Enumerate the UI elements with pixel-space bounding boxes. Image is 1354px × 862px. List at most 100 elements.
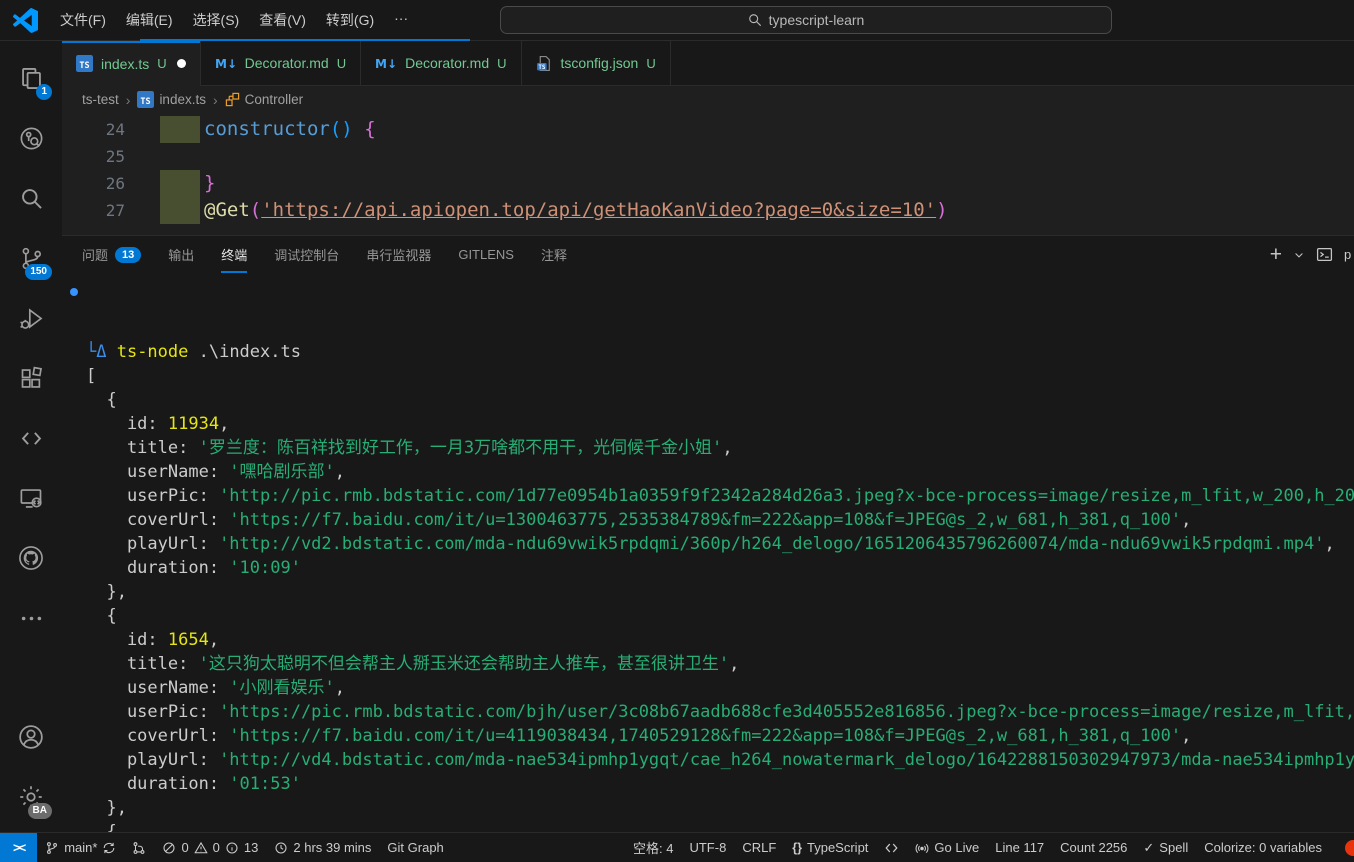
statusbar-spell-checker[interactable]: ✓Spell: [1135, 833, 1196, 862]
code-text: @Get('https://api.apiopen.top/api/getHao…: [204, 197, 948, 224]
terminal-output[interactable]: └Δ ts-node .\index.ts[ { id: 11934, titl…: [62, 273, 1354, 832]
statusbar-git-graph[interactable]: Git Graph: [379, 833, 451, 862]
menu-item-4[interactable]: 转到(G): [316, 5, 384, 35]
search-value: typescript-learn: [769, 12, 865, 28]
terminal-shell-label: p: [1344, 247, 1354, 262]
tab-git-status: U: [157, 56, 166, 71]
terminal-line: {: [86, 604, 1354, 628]
statusbar-problems[interactable]: 0013: [154, 833, 266, 862]
editor-line-27[interactable]: 27 @Get('https://api.apiopen.top/api/getH…: [62, 197, 1354, 224]
statusbar-go-live[interactable]: Go Live: [907, 833, 987, 862]
menu-item-2[interactable]: 选择(S): [183, 5, 250, 35]
statusbar-encoding[interactable]: UTF-8: [681, 833, 734, 862]
vscode-window: 文件(F)编辑(E)选择(S)查看(V)转到(G)··· typescript-…: [0, 0, 1354, 862]
statusbar-eol[interactable]: CRLF: [734, 833, 784, 862]
git-change-gutter: [160, 197, 200, 224]
panel-tab-问题[interactable]: 问题13: [82, 236, 141, 273]
title-bar: 文件(F)编辑(E)选择(S)查看(V)转到(G)··· typescript-…: [0, 0, 1354, 41]
line-number: 25: [62, 143, 125, 170]
warn-count: 0: [213, 840, 220, 855]
breadcrumb-label: ts-test: [82, 92, 119, 107]
new-terminal-button[interactable]: +: [1270, 244, 1282, 265]
statusbar-colorize[interactable]: Colorize: 0 variables: [1196, 833, 1330, 862]
command-center-search[interactable]: typescript-learn: [500, 6, 1112, 34]
menu-item-0[interactable]: 文件(F): [50, 5, 116, 35]
tab-Decorator.md[interactable]: M↓Decorator.mdU: [201, 41, 361, 85]
sync-status-icon: [102, 841, 116, 855]
menu-item-more[interactable]: ···: [384, 5, 418, 35]
activity-explorer-icon[interactable]: 1: [7, 53, 55, 103]
activity-gitlens-icon[interactable]: [7, 113, 55, 163]
terminal-line: {: [86, 820, 1354, 832]
statusbar-branch[interactable]: main*: [37, 833, 124, 862]
statusbar-language-mode[interactable]: {}TypeScript: [784, 833, 876, 862]
terminal-command-decoration-icon[interactable]: [70, 288, 78, 296]
tab-git-status: U: [337, 56, 346, 71]
activity-run-debug-icon[interactable]: [7, 293, 55, 343]
statusbar-line-indicator[interactable]: Line 117: [987, 833, 1052, 862]
broadcast-status-icon: [915, 841, 929, 855]
terminal-line: [: [86, 364, 1354, 388]
vscode-logo-icon: [13, 8, 38, 33]
tab-dirty-dot[interactable]: [177, 59, 186, 68]
notification-dot: [1345, 840, 1354, 856]
editor-line-26[interactable]: 26}: [62, 170, 1354, 197]
activity-more-icon[interactable]: [7, 593, 55, 643]
editor[interactable]: 24constructor() {2526}27 @Get('https://ap…: [62, 113, 1354, 235]
activity-settings-badge: BA: [28, 803, 52, 819]
activity-code-angles-icon[interactable]: [7, 413, 55, 463]
activity-settings-icon[interactable]: BA: [7, 772, 55, 822]
terminal-line: coverUrl: 'https://f7.baidu.com/it/u=130…: [86, 508, 1354, 532]
activity-github-icon[interactable]: [7, 533, 55, 583]
breadcrumb-item-Controller[interactable]: Controller: [225, 92, 304, 107]
statusbar-indentation[interactable]: 空格: 4: [625, 833, 681, 862]
git-change-gutter: [160, 170, 200, 197]
statusbar-time-tracker[interactable]: 2 hrs 39 mins: [266, 833, 379, 862]
terminal-dropdown-chevron-icon[interactable]: [1293, 249, 1305, 261]
more-glyph-icon: [18, 605, 45, 632]
editor-line-25[interactable]: 25: [62, 143, 1354, 170]
menu-item-1[interactable]: 编辑(E): [116, 5, 183, 35]
statusbar-go-live-label: Go Live: [934, 840, 979, 855]
activity-search-icon[interactable]: [7, 173, 55, 223]
activity-extensions-icon[interactable]: [7, 353, 55, 403]
terminal-line: duration: '01:53': [86, 772, 1354, 796]
tab-label: Decorator.md: [405, 55, 489, 71]
statusbar-word-count[interactable]: Count 2256: [1052, 833, 1135, 862]
error-count: 0: [181, 840, 188, 855]
breadcrumb-item-ts-test[interactable]: ts-test: [82, 92, 119, 107]
tab-index.ts[interactable]: TS index.ts U: [62, 41, 201, 86]
tab-label: index.ts: [101, 56, 149, 72]
code-text: }: [204, 170, 215, 197]
terminal-line: id: 1654,: [86, 628, 1354, 652]
tab-tsconfig.json[interactable]: TStsconfig.jsonU: [522, 41, 671, 85]
activity-source-control-icon[interactable]: 150: [7, 233, 55, 283]
git-change-gutter: [160, 116, 200, 143]
editor-line-24[interactable]: 24constructor() {: [62, 116, 1354, 143]
panel-tab-调试控制台[interactable]: 调试控制台: [274, 236, 339, 273]
panel-tab-label: GITLENS: [458, 247, 514, 262]
branch-status-icon: [45, 841, 59, 855]
breadcrumb-item-index.ts[interactable]: TSindex.ts: [137, 91, 206, 108]
statusbar-highlight-toggle[interactable]: [876, 833, 907, 862]
terminal-line: },: [86, 580, 1354, 604]
statusbar-git-graph-icon-button[interactable]: [124, 833, 154, 862]
bottom-panel: 问题13 输出终端 调试控制台 串行监视器 GITLENS 注释 + p └Δ ts-no…: [62, 235, 1354, 832]
panel-tab-串行监视器[interactable]: 串行监视器: [366, 236, 431, 273]
panel-tab-label: 调试控制台: [274, 245, 339, 264]
activity-account-icon[interactable]: [7, 712, 55, 762]
tab-Decorator.md[interactable]: M↓Decorator.mdU: [361, 41, 521, 85]
panel-tab-终端[interactable]: 终端: [221, 236, 247, 273]
terminal-profile-icon[interactable]: [1316, 246, 1333, 263]
svg-text:TS: TS: [79, 61, 89, 71]
panel-tab-输出[interactable]: 输出: [168, 236, 194, 273]
panel-tab-GITLENS[interactable]: GITLENS: [458, 238, 514, 271]
activity-explorer-badge: 1: [36, 84, 52, 100]
menu-item-3[interactable]: 查看(V): [249, 5, 316, 35]
activity-remote-explorer-icon[interactable]: [7, 473, 55, 523]
statusbar-remote[interactable]: ><: [0, 833, 37, 862]
panel-tab-注释[interactable]: 注释: [541, 236, 567, 273]
terminal-line: coverUrl: 'https://f7.baidu.com/it/u=411…: [86, 724, 1354, 748]
line-number: 27: [62, 197, 125, 224]
statusbar-branch-label: main*: [64, 840, 97, 855]
